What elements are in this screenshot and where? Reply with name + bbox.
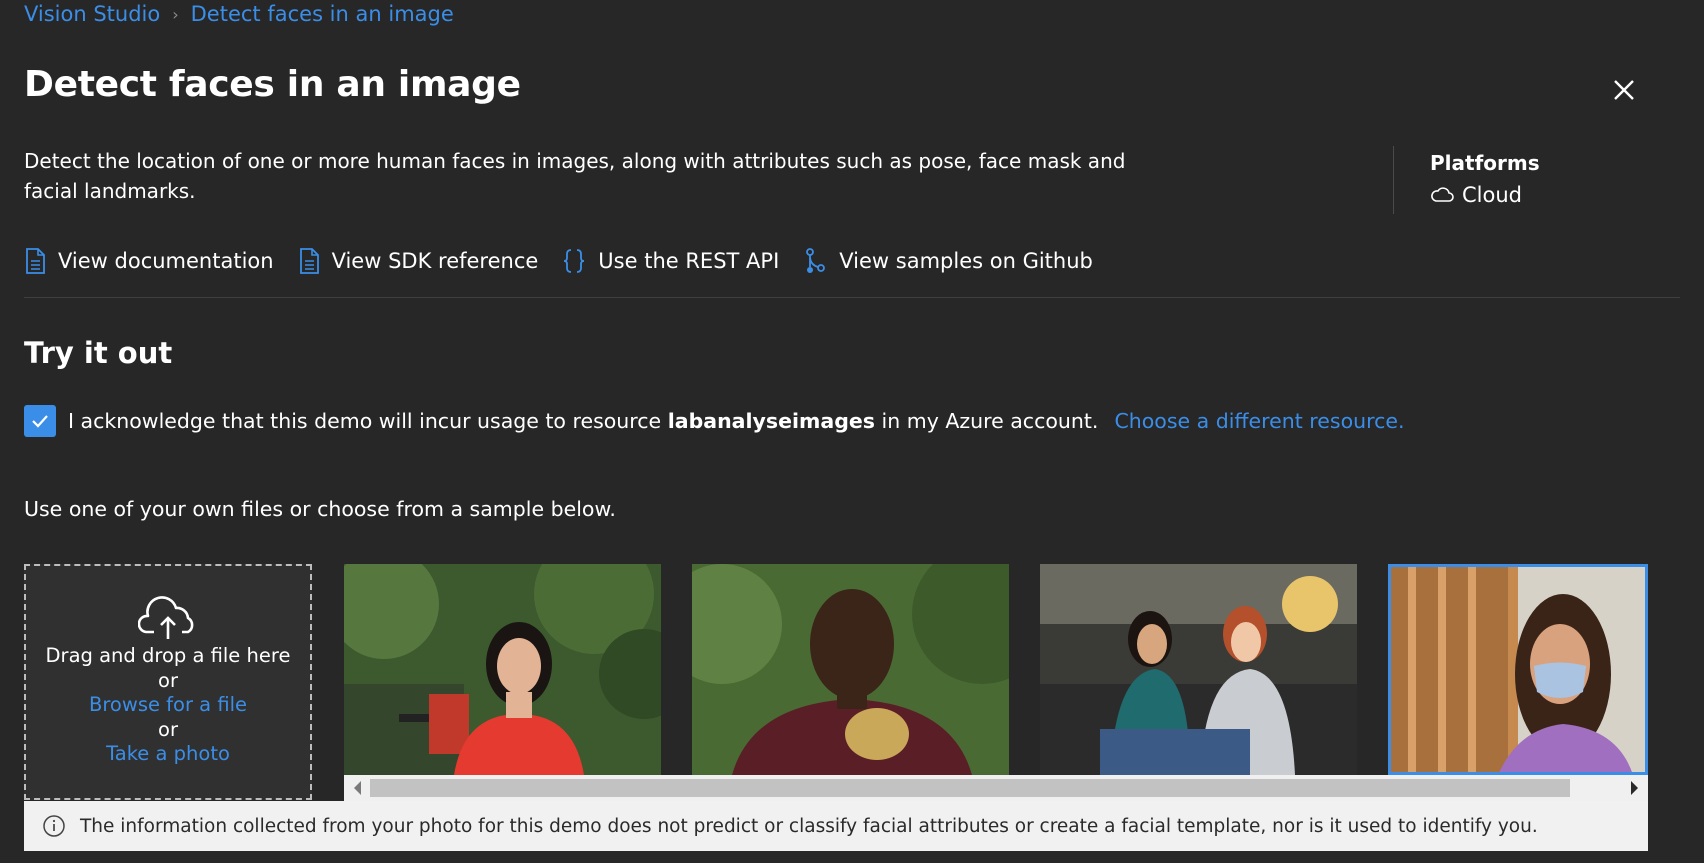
scroll-right-arrow[interactable] <box>1631 781 1638 795</box>
view-documentation-link[interactable]: View documentation <box>24 248 274 274</box>
resource-links: View documentation View SDK reference Us… <box>24 247 1117 275</box>
or-text-2: or <box>158 717 178 741</box>
take-photo-link[interactable]: Take a photo <box>26 742 310 767</box>
view-sdk-reference-link[interactable]: View SDK reference <box>298 248 539 274</box>
breadcrumb-current[interactable]: Detect faces in an image <box>191 2 454 26</box>
use-files-instruction: Use one of your own files or choose from… <box>24 497 616 521</box>
breadcrumb-separator: › <box>172 4 179 24</box>
man-portrait-illustration <box>692 564 1009 775</box>
cloud-upload-icon <box>138 596 194 639</box>
privacy-info-bar: The information collected from your phot… <box>24 801 1648 851</box>
sample-image-woman-red-dress[interactable] <box>344 564 661 775</box>
breadcrumb-vision-studio[interactable]: Vision Studio <box>24 2 160 26</box>
resource-name: labanalyseimages <box>667 409 875 433</box>
privacy-info-text: The information collected from your phot… <box>80 815 1538 837</box>
vertical-divider <box>1393 146 1394 214</box>
view-sdk-reference-label: View SDK reference <box>331 249 539 273</box>
scrollbar-thumb[interactable] <box>370 779 1570 797</box>
samples-scrollbar[interactable] <box>344 775 1648 801</box>
cloud-icon <box>1431 187 1454 202</box>
branch-icon <box>806 248 826 273</box>
woman-mask-illustration <box>1388 564 1648 775</box>
use-rest-api-label: Use the REST API <box>598 249 780 273</box>
platforms-value: Cloud <box>1430 183 1522 207</box>
sample-image-two-women-office[interactable] <box>1040 564 1357 775</box>
drag-drop-text: Drag and drop a file here <box>45 644 291 667</box>
view-samples-github-label: View samples on Github <box>839 249 1093 273</box>
document-icon <box>299 248 319 274</box>
platforms-heading: Platforms <box>1430 151 1540 175</box>
browse-file-link[interactable]: Browse for a file <box>26 693 310 718</box>
two-women-illustration <box>1040 564 1357 775</box>
sample-image-man-holding-mask[interactable] <box>692 564 1009 775</box>
sample-image-woman-face-mask[interactable] <box>1388 564 1648 775</box>
try-it-out-heading: Try it out <box>24 336 173 370</box>
scroll-left-arrow[interactable] <box>354 781 361 795</box>
close-button[interactable] <box>1606 72 1642 108</box>
breadcrumb: Vision Studio › Detect faces in an image <box>24 2 454 26</box>
info-icon <box>43 815 65 837</box>
view-documentation-label: View documentation <box>58 249 274 273</box>
use-rest-api-link[interactable]: Use the REST API <box>562 248 779 274</box>
file-dropzone[interactable]: Drag and drop a file here or Browse for … <box>24 564 312 800</box>
or-text-1: or <box>158 668 178 692</box>
view-samples-github-link[interactable]: View samples on Github <box>803 247 1093 275</box>
document-icon <box>26 248 45 274</box>
choose-different-resource-link[interactable]: Choose a different resource. <box>1114 409 1404 433</box>
page-description: Detect the location of one or more human… <box>24 149 1126 203</box>
acknowledge-row: I acknowledge that this demo will incur … <box>24 405 1404 437</box>
horizontal-divider <box>24 297 1680 298</box>
checkmark-icon <box>32 415 48 428</box>
page-title: Detect faces in an image <box>24 64 521 105</box>
woman-portrait-illustration <box>344 564 661 775</box>
platforms-cloud-label: Cloud <box>1462 183 1522 207</box>
acknowledge-text-before: I acknowledge that this demo will incur … <box>68 409 662 433</box>
close-icon <box>1614 80 1634 100</box>
acknowledge-checkbox[interactable] <box>24 405 56 437</box>
acknowledge-text-after: in my Azure account. <box>881 409 1099 433</box>
braces-icon <box>564 249 585 273</box>
